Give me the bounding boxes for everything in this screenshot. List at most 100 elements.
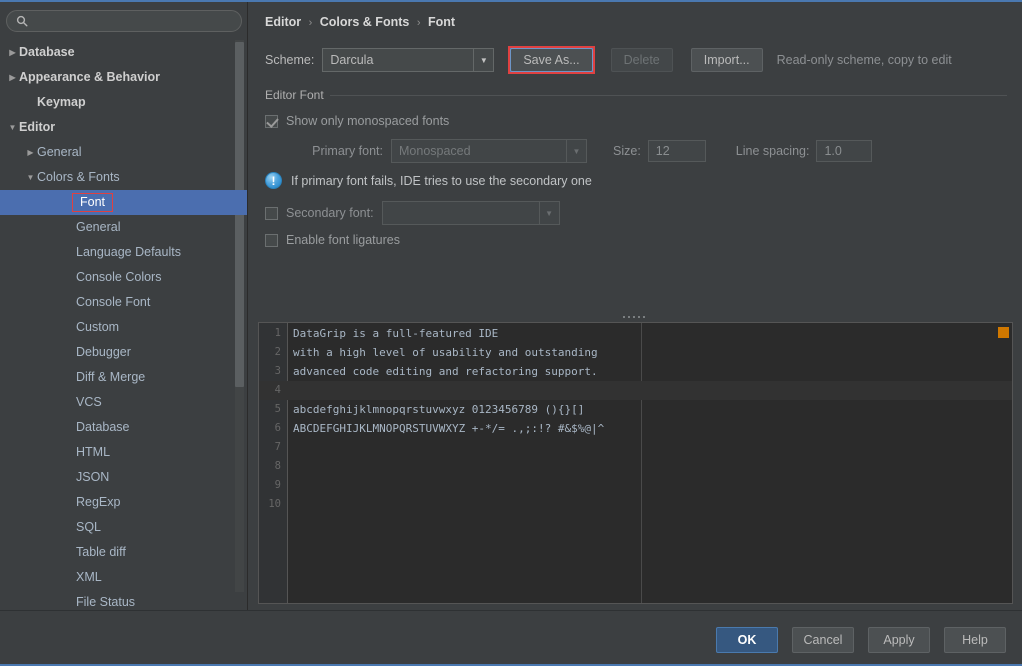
sidebar-item-console-colors[interactable]: Console Colors bbox=[0, 265, 248, 290]
settings-dialog: ▶Database▶Appearance & BehaviorKeymap▼Ed… bbox=[0, 0, 1022, 666]
sidebar-item-label: RegExp bbox=[76, 490, 120, 515]
breadcrumb-item-font: Font bbox=[428, 15, 455, 29]
line-number: 7 bbox=[259, 438, 281, 457]
settings-sidebar: ▶Database▶Appearance & BehaviorKeymap▼Ed… bbox=[0, 2, 248, 612]
sidebar-item-debugger[interactable]: Debugger bbox=[0, 340, 248, 365]
splitter-dot bbox=[628, 316, 630, 318]
chevron-down-icon[interactable]: ▼ bbox=[473, 49, 493, 71]
primary-font-label: Primary font: bbox=[265, 144, 383, 158]
show-monospaced-label: Show only monospaced fonts bbox=[286, 114, 449, 128]
sidebar-item-label: JSON bbox=[76, 465, 109, 490]
preview-code-text: abcdefghijklmnopqrstuvwxyz 0123456789 ()… bbox=[293, 400, 584, 419]
secondary-font-checkbox[interactable] bbox=[265, 207, 278, 220]
settings-content-pane: Editor › Colors & Fonts › Font Scheme: D… bbox=[249, 2, 1022, 612]
sidebar-item-sql[interactable]: SQL bbox=[0, 515, 248, 540]
sidebar-item-regexp[interactable]: RegExp bbox=[0, 490, 248, 515]
preview-code-line: 3advanced code editing and refactoring s… bbox=[259, 362, 1012, 381]
sidebar-item-diff-merge[interactable]: Diff & Merge bbox=[0, 365, 248, 390]
secondary-font-row: Secondary font: ▼ bbox=[265, 201, 560, 225]
font-ligatures-checkbox[interactable] bbox=[265, 234, 278, 247]
sidebar-item-label: Font bbox=[72, 193, 113, 212]
editor-marker-square[interactable] bbox=[998, 327, 1009, 338]
sidebar-item-label: Console Colors bbox=[76, 265, 161, 290]
sidebar-item-file-status[interactable]: File Status bbox=[0, 590, 248, 612]
cancel-button[interactable]: Cancel bbox=[792, 627, 854, 653]
chevron-down-icon[interactable]: ▼ bbox=[566, 140, 586, 162]
preview-code-line: 6ABCDEFGHIJKLMNOPQRSTUVWXYZ +-*/= .,;:!?… bbox=[259, 419, 1012, 438]
line-number: 2 bbox=[259, 343, 281, 362]
sidebar-item-label: VCS bbox=[76, 390, 102, 415]
preview-code-text: ABCDEFGHIJKLMNOPQRSTUVWXYZ +-*/= .,;:!? … bbox=[293, 419, 604, 438]
chevron-right-icon[interactable]: ▶ bbox=[24, 140, 37, 165]
sidebar-item-database[interactable]: Database bbox=[0, 415, 248, 440]
readonly-scheme-note: Read-only scheme, copy to edit bbox=[777, 53, 952, 67]
sidebar-item-label: SQL bbox=[76, 515, 101, 540]
group-divider bbox=[265, 95, 1007, 96]
sidebar-item-label: Database bbox=[19, 40, 75, 65]
show-monospaced-row[interactable]: Show only monospaced fonts bbox=[265, 114, 449, 128]
dialog-buttons: OK Cancel Apply Help bbox=[716, 627, 1006, 653]
preview-code-line: 2 with a high level of usability and outs… bbox=[259, 343, 1012, 362]
primary-font-row: Primary font: Monospaced ▼ Size: 12 Line… bbox=[265, 139, 1007, 163]
chevron-right-icon[interactable]: ▶ bbox=[6, 65, 19, 90]
font-size-input[interactable]: 12 bbox=[648, 140, 706, 162]
ok-button[interactable]: OK bbox=[716, 627, 778, 653]
sidebar-item-vcs[interactable]: VCS bbox=[0, 390, 248, 415]
secondary-font-dropdown[interactable]: ▼ bbox=[382, 201, 560, 225]
show-monospaced-checkbox[interactable] bbox=[265, 115, 278, 128]
font-preview-editor[interactable]: 1DataGrip is a full-featured IDE2with a … bbox=[258, 322, 1013, 604]
primary-font-info-text: If primary font fails, IDE tries to use … bbox=[291, 174, 592, 188]
sidebar-item-language-defaults[interactable]: Language Defaults bbox=[0, 240, 248, 265]
primary-font-value: Monospaced bbox=[392, 144, 471, 158]
line-spacing-input[interactable]: 1.0 bbox=[816, 140, 872, 162]
delete-button[interactable]: Delete bbox=[611, 48, 673, 72]
sidebar-item-table-diff[interactable]: Table diff bbox=[0, 540, 248, 565]
search-box-container[interactable] bbox=[6, 10, 242, 32]
line-spacing-label: Line spacing: bbox=[736, 144, 810, 158]
preview-code-line: 5abcdefghijklmnopqrstuvwxyz 0123456789 (… bbox=[259, 400, 1012, 419]
sidebar-item-general[interactable]: ▶General bbox=[0, 140, 248, 165]
sidebar-item-editor[interactable]: ▼Editor bbox=[0, 115, 248, 140]
primary-font-dropdown[interactable]: Monospaced ▼ bbox=[391, 139, 587, 163]
primary-font-info-row: ! If primary font fails, IDE tries to us… bbox=[265, 172, 592, 189]
sidebar-item-label: Debugger bbox=[76, 340, 131, 365]
search-box[interactable] bbox=[6, 10, 242, 32]
sidebar-item-label: Diff & Merge bbox=[76, 365, 145, 390]
sidebar-item-font[interactable]: Font bbox=[0, 190, 248, 215]
sidebar-item-label: Editor bbox=[19, 115, 55, 140]
chevron-down-icon[interactable]: ▼ bbox=[6, 115, 19, 140]
help-button[interactable]: Help bbox=[944, 627, 1006, 653]
sidebar-item-custom[interactable]: Custom bbox=[0, 315, 248, 340]
chevron-down-icon[interactable]: ▼ bbox=[24, 165, 37, 190]
splitter-dot bbox=[633, 316, 635, 318]
breadcrumb-separator: › bbox=[413, 17, 425, 29]
scheme-dropdown[interactable]: Darcula ▼ bbox=[322, 48, 494, 72]
sidebar-item-label: Console Font bbox=[76, 290, 150, 315]
sidebar-item-keymap[interactable]: Keymap bbox=[0, 90, 248, 115]
sidebar-item-console-font[interactable]: Console Font bbox=[0, 290, 248, 315]
sidebar-item-colors-fonts[interactable]: ▼Colors & Fonts bbox=[0, 165, 248, 190]
apply-button[interactable]: Apply bbox=[868, 627, 930, 653]
font-ligatures-row[interactable]: Enable font ligatures bbox=[265, 233, 400, 247]
splitter-handle[interactable] bbox=[623, 314, 645, 320]
preview-lines: 1DataGrip is a full-featured IDE2with a … bbox=[259, 324, 1012, 514]
sidebar-item-label: File Status bbox=[76, 590, 135, 612]
chevron-down-icon[interactable]: ▼ bbox=[539, 202, 559, 224]
scheme-selected-value: Darcula bbox=[323, 53, 373, 67]
search-input[interactable] bbox=[28, 14, 241, 28]
sidebar-item-appearance-behavior[interactable]: ▶Appearance & Behavior bbox=[0, 65, 248, 90]
scheme-label: Scheme: bbox=[265, 53, 314, 67]
sidebar-item-label: Database bbox=[76, 415, 130, 440]
preview-code-text: with a high level of usability and outst… bbox=[293, 343, 598, 362]
chevron-right-icon[interactable]: ▶ bbox=[6, 40, 19, 65]
sidebar-item-json[interactable]: JSON bbox=[0, 465, 248, 490]
breadcrumb-item-editor: Editor bbox=[265, 15, 301, 29]
sidebar-item-general[interactable]: General bbox=[0, 215, 248, 240]
save-as-button[interactable]: Save As... bbox=[510, 48, 592, 72]
sidebar-item-html[interactable]: HTML bbox=[0, 440, 248, 465]
import-button[interactable]: Import... bbox=[691, 48, 763, 72]
sidebar-item-database[interactable]: ▶Database bbox=[0, 40, 248, 65]
sidebar-item-label: Appearance & Behavior bbox=[19, 65, 160, 90]
sidebar-item-xml[interactable]: XML bbox=[0, 565, 248, 590]
preview-code-text: DataGrip is a full-featured IDE bbox=[293, 324, 498, 343]
